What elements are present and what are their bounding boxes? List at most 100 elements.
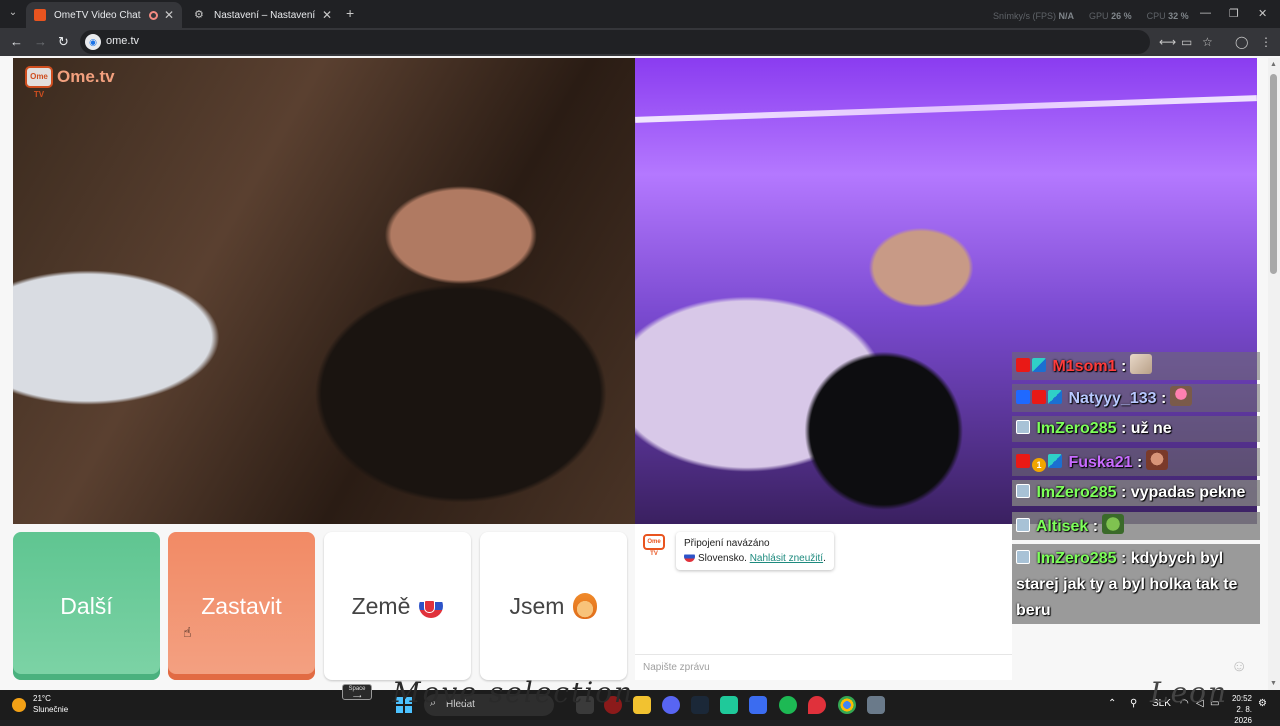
bits-badge-icon: 1: [1032, 458, 1046, 472]
tab-settings[interactable]: ⚙ Nastavení – Nastavení webu ✕: [186, 2, 340, 28]
chat-text: : už ne: [1120, 420, 1172, 437]
scrollbar-thumb[interactable]: [1270, 74, 1277, 274]
reload-icon[interactable]: ↻: [58, 34, 69, 50]
emoji-picker-icon[interactable]: ☺: [1231, 658, 1247, 676]
chat-username: M1som1: [1052, 358, 1117, 375]
ometv-favicon-icon: [34, 9, 46, 21]
chat-message: M1som1 :: [1012, 352, 1260, 380]
country-button[interactable]: Země: [324, 532, 471, 680]
chat-text: :: [1160, 390, 1167, 407]
slovakia-flag-icon: [419, 594, 444, 618]
pepe-emote-icon: [1102, 514, 1125, 534]
back-icon[interactable]: ←: [10, 34, 23, 49]
tab-title: OmeTV Video Chat — Ome: [54, 9, 143, 21]
chat-username: ImZero285: [1036, 420, 1117, 437]
text-chat-panel: Ome TV Připojení navázáno Slovensko. Nah…: [635, 524, 1012, 680]
chat-message: 1 Fuska21 :: [1012, 448, 1260, 476]
stream-chat-overlay: M1som1 : Natyyy_133 : ImZero285 : už ne …: [1012, 346, 1262, 624]
heart-emote-icon: [1170, 386, 1193, 406]
partner-video: Ome TV Ome.tv: [13, 58, 635, 524]
chat-text: : vypadas pekne: [1120, 484, 1246, 501]
address-bar[interactable]: ◉ ome.tv: [80, 30, 1150, 54]
settings-app-icon[interactable]: [867, 696, 885, 714]
url-text[interactable]: ome.tv: [106, 35, 139, 47]
face-emote-icon: [1146, 450, 1169, 470]
taskbar-clock[interactable]: 20:52 2. 8. 2026: [1226, 693, 1252, 726]
weather-temperature[interactable]: 21°C: [33, 694, 51, 703]
site-info-icon[interactable]: ◉: [85, 34, 101, 50]
close-tab-icon[interactable]: ✕: [322, 8, 332, 22]
chat-text: :: [1120, 358, 1127, 375]
gift-badge-icon: [1048, 390, 1062, 404]
chat-username: Natyyy_133: [1068, 390, 1157, 407]
next-label: Další: [60, 592, 113, 619]
minimize-icon[interactable]: —: [1200, 7, 1211, 19]
chat-username: ImZero285: [1036, 550, 1117, 567]
tab-search-button[interactable]: ⌄: [4, 4, 22, 22]
connection-notice: Připojení navázáno Slovensko. Nahlásit z…: [676, 532, 834, 570]
country-label: Země: [351, 592, 411, 619]
fps-label: Snímky/s (FPS): [993, 11, 1057, 21]
maximize-icon[interactable]: ❐: [1229, 7, 1239, 20]
bookmark-star-icon[interactable]: ☆: [1202, 35, 1213, 49]
app-teal-icon[interactable]: [720, 696, 738, 714]
file-explorer-icon[interactable]: [633, 696, 651, 714]
profile-icon[interactable]: ◯: [1235, 35, 1248, 49]
led-strip: [635, 95, 1257, 123]
clock-date: 2. 8. 2026: [1234, 705, 1252, 725]
chat-controls: Další Zastavit Země Jsem: [13, 532, 631, 680]
vip-badge-icon: [1016, 420, 1030, 434]
vip-badge-icon: [1016, 550, 1030, 564]
notification-icon[interactable]: ⚙: [1258, 698, 1267, 709]
menu-kebab-icon[interactable]: ⋮: [1260, 35, 1272, 49]
tab-ometv[interactable]: OmeTV Video Chat — Ome ✕: [26, 2, 182, 28]
windows-taskbar: 21°C Slunečnie ⌕ Hledat ⌃ ⚲ SLK ◠ ◁ ▭ 20…: [0, 690, 1280, 725]
tab-title: Nastavení – Nastavení webu: [214, 9, 316, 21]
page-scrollbar[interactable]: ▲ ▼: [1268, 58, 1280, 690]
stop-button[interactable]: Zastavit: [168, 532, 315, 680]
discord-icon[interactable]: [662, 696, 680, 714]
vip-badge-icon: [1016, 484, 1030, 498]
chrome-icon[interactable]: [838, 696, 856, 714]
cat-emote-icon: [1130, 354, 1153, 374]
gear-icon: ⚙: [194, 9, 204, 21]
subscriber-badge-icon: [1016, 358, 1030, 372]
microphone-icon[interactable]: ⚲: [1130, 698, 1137, 709]
chat-message: Natyyy_133 :: [1012, 384, 1260, 412]
next-button[interactable]: Další: [13, 532, 160, 680]
cast-icon[interactable]: ▭: [1181, 35, 1192, 49]
report-abuse-link[interactable]: Nahlásit zneužití: [750, 553, 823, 564]
close-tab-icon[interactable]: ✕: [164, 8, 174, 22]
tray-chevron-icon[interactable]: ⌃: [1108, 698, 1116, 709]
weather-description[interactable]: Slunečnie: [33, 705, 68, 714]
space-key-arrow-icon: ⟶: [352, 694, 362, 700]
spotify-icon[interactable]: [779, 696, 797, 714]
translate-icon[interactable]: ⟷: [1159, 35, 1176, 49]
chat-message: ImZero285 : kdybych byl starej jak ty a …: [1012, 544, 1260, 624]
gender-button[interactable]: Jsem: [480, 532, 627, 680]
stop-label: Zastavit: [201, 592, 282, 619]
gift-badge-icon: [1032, 358, 1046, 372]
ometv-logo-icon: Ome TV: [25, 66, 53, 99]
clock-time: 20:52: [1231, 694, 1252, 703]
app-location-icon[interactable]: [808, 696, 826, 714]
app-blue-icon[interactable]: [749, 696, 767, 714]
subscriber-badge-icon: [1032, 390, 1046, 404]
slovakia-flag-icon: [684, 551, 695, 562]
message-input[interactable]: Napište zprávu: [635, 654, 1012, 680]
new-tab-button[interactable]: +: [346, 5, 354, 21]
chat-username: Altisek: [1035, 518, 1089, 535]
notice-period: .: [823, 553, 826, 564]
sun-weather-icon[interactable]: [12, 698, 26, 712]
scroll-up-icon[interactable]: ▲: [1270, 61, 1277, 68]
close-window-icon[interactable]: ✕: [1258, 7, 1267, 20]
performance-overlay: Snímky/s (FPS) N/A GPU 26 % CPU 32 %: [993, 11, 1189, 21]
ometv-logo[interactable]: Ome TV Ome.tv: [25, 66, 115, 99]
space-key-label: Space: [348, 686, 366, 692]
scroll-down-icon[interactable]: ▼: [1270, 680, 1277, 687]
chat-message: Altisek :: [1012, 512, 1260, 540]
cpu-value: 32 %: [1168, 11, 1189, 21]
steam-icon[interactable]: [691, 696, 709, 714]
gpu-value: 26 %: [1111, 11, 1132, 21]
forward-icon[interactable]: →: [34, 34, 47, 49]
